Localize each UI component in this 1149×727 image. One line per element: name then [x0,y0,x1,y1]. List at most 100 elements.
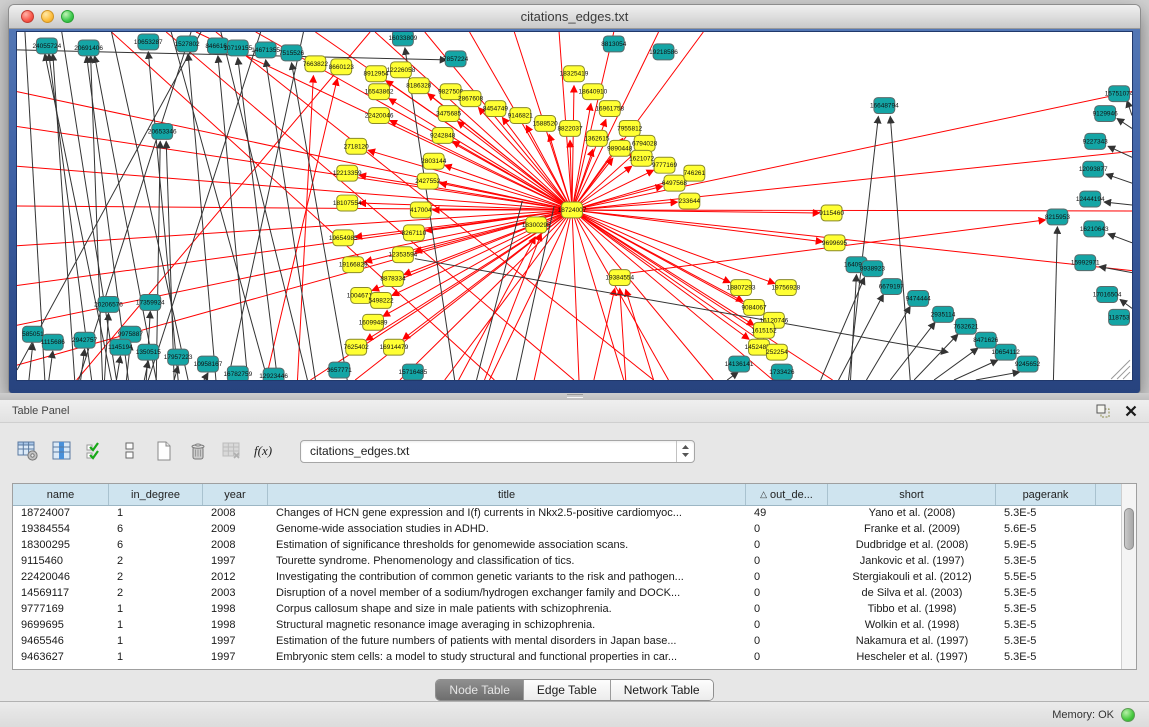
graph-node[interactable]: 8186328 [406,78,432,94]
graph-node[interactable]: 19654985 [329,230,358,246]
column-header-title[interactable]: title [268,484,746,505]
table-cell[interactable]: Franke et al. (2009) [828,522,996,538]
graph-node[interactable]: 9242848 [430,127,456,143]
table-cell[interactable]: 1997 [203,650,268,666]
graph-node[interactable]: 19218586 [649,44,678,60]
delete-column-trash-icon[interactable] [184,436,211,466]
table-cell[interactable]: Hescheler et al. (1997) [828,650,996,666]
graph-node[interactable]: 20206576 [94,296,123,312]
table-cell[interactable]: 0 [746,554,828,570]
table-cell[interactable]: Genome-wide association studies in ADHD. [268,522,746,538]
table-cell[interactable]: Estimation of significance thresholds fo… [268,538,746,554]
graph-node[interactable]: 18640910 [579,84,608,100]
graph-node[interactable]: 1115686 [41,334,66,350]
table-cell[interactable]: 0 [746,634,828,650]
graph-node[interactable]: 2867608 [458,91,484,107]
table-cell[interactable]: Nakamura et al. (1997) [828,634,996,650]
table-cell[interactable]: 1 [109,618,203,634]
column-header-out_de[interactable]: △out_de... [746,484,828,505]
table-cell[interactable]: 2008 [203,538,268,554]
graph-node[interactable]: 2803144 [421,153,447,169]
graph-node[interactable]: 9084067 [741,299,767,315]
table-cell[interactable]: 6 [109,538,203,554]
column-header-name[interactable]: name [13,484,109,505]
graph-node[interactable]: 7625402 [344,339,370,355]
tab-network-table[interactable]: Network Table [611,680,713,700]
graph-node[interactable]: 1145194 [108,339,133,355]
select-rows-checklist-icon[interactable] [82,436,109,466]
graph-node[interactable]: 10958167 [194,356,223,372]
graph-node[interactable]: 14671355 [251,42,280,58]
table-cell[interactable]: 5.9E-5 [996,538,1096,554]
table-cell[interactable]: 5.3E-5 [996,506,1096,522]
graph-node[interactable]: 9245652 [1015,356,1041,372]
graph-node[interactable]: 2935114 [931,306,956,322]
graph-node[interactable]: 12923446 [259,368,288,381]
table-cell[interactable]: 2 [109,570,203,586]
table-row[interactable]: 977716911998Corpus callosum shape and si… [13,602,1121,618]
show-rows-icon[interactable] [116,436,143,466]
graph-node[interactable]: 2718120 [344,138,370,154]
graph-node[interactable]: 15751074 [1105,86,1133,102]
table-cell[interactable]: Changes of HCN gene expression and I(f) … [268,506,746,522]
table-cell[interactable]: 18300295 [13,538,109,554]
table-source-select[interactable]: citations_edges.txt [300,440,695,463]
graph-node[interactable]: 19384554 [605,270,634,286]
table-row[interactable]: 2242004622012Investigating the contribut… [13,570,1121,586]
table-cell[interactable]: 5.3E-5 [996,554,1096,570]
graph-node[interactable]: 3657771 [327,362,353,378]
table-cell[interactable]: Estimation of the future numbers of pati… [268,634,746,650]
graph-node[interactable]: 7955812 [617,120,643,136]
panel-divider[interactable] [0,393,1149,400]
table-row[interactable]: 1938455462009Genome-wide association stu… [13,522,1121,538]
graph-node[interactable]: 7632621 [953,318,979,334]
table-cell[interactable]: 1997 [203,554,268,570]
table-cell[interactable]: 1 [109,602,203,618]
table-row[interactable]: 969969511998Structural magnetic resonanc… [13,618,1121,634]
table-row[interactable]: 946362711997Embryonic stem cells: a mode… [13,650,1121,666]
table-cell[interactable]: 0 [746,538,828,554]
table-cell[interactable]: 14569117 [13,586,109,602]
graph-node[interactable]: 14136141 [725,356,754,372]
graph-node[interactable]: 18724007 [558,202,587,218]
graph-node[interactable]: 8938923 [860,261,886,277]
graph-node[interactable]: 16099489 [359,314,388,330]
column-header-year[interactable]: year [203,484,268,505]
close-panel-icon[interactable] [1123,403,1139,419]
table-cell[interactable]: 9115460 [13,554,109,570]
graph-node[interactable]: 1362615 [584,130,610,146]
graph-node[interactable]: 1350515 [136,344,162,360]
graph-node[interactable]: 1621072 [629,150,655,166]
graph-node[interactable]: 16033809 [389,31,418,46]
column-header-short[interactable]: short [828,484,996,505]
tab-edge-table[interactable]: Edge Table [524,680,611,700]
graph-node[interactable]: 7663822 [303,56,329,72]
vertical-scrollbar[interactable] [1121,484,1136,669]
function-builder-icon[interactable]: f(x) [252,436,279,466]
graph-node[interactable]: 8912954 [364,66,390,82]
graph-node[interactable]: 17957223 [164,349,193,365]
table-cell[interactable]: 9465546 [13,634,109,650]
table-cell[interactable]: 1 [109,634,203,650]
close-window-button[interactable] [21,10,34,23]
network-canvas[interactable]: 2405572420691406106532871527802846616010… [16,31,1133,381]
graph-node[interactable]: 15992971 [1071,255,1100,271]
graph-node[interactable]: 233644 [679,193,701,209]
table-cell[interactable]: 5.3E-5 [996,618,1096,634]
graph-node[interactable]: 12093877 [1079,161,1108,177]
table-cell[interactable]: 9777169 [13,602,109,618]
table-cell[interactable]: 2 [109,586,203,602]
table-cell[interactable]: Dudbridge et al. (2008) [828,538,996,554]
graph-node[interactable]: 22420046 [365,108,394,124]
minimize-window-button[interactable] [41,10,54,23]
table-cell[interactable]: 9699695 [13,618,109,634]
memory-indicator-icon[interactable] [1121,708,1135,722]
table-cell[interactable]: 1 [109,506,203,522]
graph-node[interactable]: 9699695 [822,235,848,251]
tab-node-table[interactable]: Node Table [436,680,524,700]
graph-node[interactable]: 10653287 [134,34,163,50]
table-settings-icon[interactable] [14,436,41,466]
graph-node[interactable]: 16961758 [595,101,624,117]
table-cell[interactable]: 5.3E-5 [996,634,1096,650]
graph-node[interactable]: 1733426 [769,364,795,380]
